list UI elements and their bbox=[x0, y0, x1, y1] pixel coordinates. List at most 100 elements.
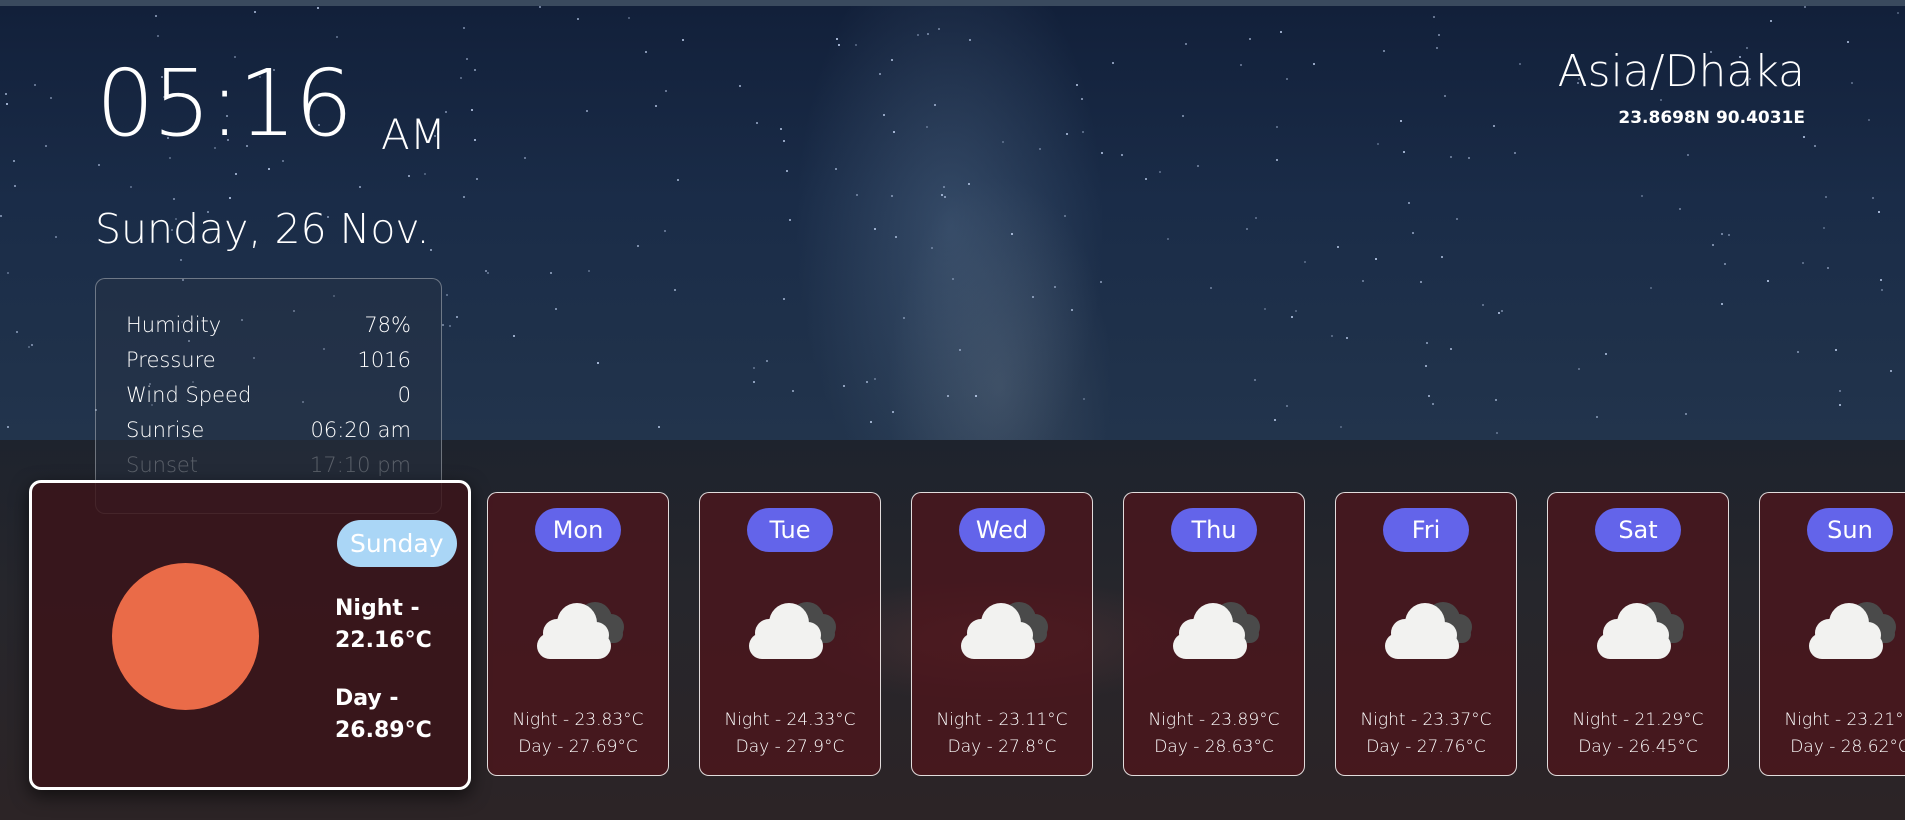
star bbox=[1280, 31, 1282, 33]
star bbox=[1514, 152, 1516, 154]
star bbox=[1839, 390, 1841, 392]
star bbox=[1814, 145, 1816, 147]
detail-humidity: Humidity 78% bbox=[126, 313, 411, 348]
star bbox=[1436, 47, 1438, 49]
forecast-night-temp: Night - 23.89°C bbox=[1148, 710, 1280, 730]
forecast-card-sun: Sun Night - 23.21°C Day - 28.62°C bbox=[1759, 492, 1905, 776]
cloud-icon bbox=[1597, 602, 1684, 659]
star bbox=[1456, 218, 1458, 220]
clock-ampm: AM bbox=[381, 110, 446, 159]
star bbox=[783, 140, 785, 142]
forecast-night-temp: Night - 23.21°C bbox=[1784, 710, 1905, 730]
star bbox=[674, 289, 676, 291]
forecast-day-temp: Day - 26.45°C bbox=[1578, 737, 1698, 757]
star bbox=[14, 185, 16, 187]
star bbox=[1679, 208, 1681, 210]
star bbox=[1827, 267, 1829, 269]
sun-icon bbox=[112, 563, 259, 710]
star bbox=[1721, 233, 1723, 235]
forecast-day-temp: Day - 27.9°C bbox=[735, 737, 845, 757]
star bbox=[1897, 12, 1899, 14]
detail-wind-speed: Wind Speed 0 bbox=[126, 383, 411, 418]
star bbox=[1438, 34, 1440, 36]
star bbox=[155, 15, 157, 17]
star bbox=[879, 73, 881, 75]
star bbox=[943, 186, 945, 188]
forecast-night-temp: Night - 24.33°C bbox=[724, 710, 856, 730]
star bbox=[229, 197, 231, 199]
star bbox=[1605, 353, 1607, 355]
star bbox=[1276, 126, 1278, 128]
detail-value: 0 bbox=[397, 383, 411, 407]
star bbox=[628, 17, 630, 19]
star bbox=[7, 272, 9, 274]
star bbox=[739, 85, 741, 87]
star bbox=[1400, 120, 1402, 122]
star bbox=[1167, 238, 1169, 240]
star bbox=[855, 44, 857, 46]
star bbox=[524, 157, 526, 159]
star bbox=[1002, 141, 1004, 143]
star bbox=[645, 51, 647, 53]
detail-value: 06:20 am bbox=[310, 418, 411, 442]
star bbox=[975, 395, 977, 397]
star bbox=[1100, 281, 1102, 283]
forecast-day-badge: Tue bbox=[747, 508, 833, 552]
star bbox=[169, 157, 171, 159]
cloud-icon bbox=[961, 602, 1048, 659]
star bbox=[1482, 304, 1484, 306]
star bbox=[792, 390, 794, 392]
star bbox=[466, 58, 468, 60]
star bbox=[947, 395, 949, 397]
star bbox=[254, 11, 256, 13]
star bbox=[463, 27, 465, 29]
star bbox=[28, 346, 30, 348]
star bbox=[1650, 287, 1652, 289]
star bbox=[408, 175, 410, 177]
weather-details-panel: Humidity 78% Pressure 1016 Wind Speed 0 … bbox=[95, 278, 442, 514]
star bbox=[1011, 233, 1013, 235]
star bbox=[892, 411, 894, 413]
star bbox=[891, 195, 893, 197]
star bbox=[786, 170, 788, 172]
star bbox=[1847, 41, 1849, 43]
star bbox=[1276, 159, 1278, 161]
star bbox=[1432, 403, 1434, 405]
star bbox=[235, 173, 237, 175]
star bbox=[1304, 261, 1306, 263]
star bbox=[1076, 84, 1078, 86]
star bbox=[665, 90, 667, 92]
star bbox=[157, 35, 159, 37]
detail-label: Sunrise bbox=[126, 418, 205, 442]
forecast-night-temp: Night - 23.37°C bbox=[1360, 710, 1492, 730]
star bbox=[1039, 148, 1041, 150]
star bbox=[1101, 152, 1103, 154]
star bbox=[870, 421, 872, 423]
star bbox=[1578, 368, 1580, 370]
star bbox=[476, 178, 478, 180]
detail-label: Humidity bbox=[126, 313, 222, 337]
star bbox=[931, 247, 933, 249]
star bbox=[1498, 312, 1500, 314]
star bbox=[1851, 82, 1853, 84]
star bbox=[866, 381, 868, 383]
star bbox=[1444, 95, 1446, 97]
star bbox=[5, 93, 7, 95]
current-date: Sunday, 26 Nov. bbox=[95, 205, 430, 253]
forecast-card-sat: Sat Night - 21.29°C Day - 26.45°C bbox=[1547, 492, 1729, 776]
star bbox=[31, 344, 33, 346]
star bbox=[460, 77, 462, 79]
star bbox=[664, 230, 666, 232]
forecast-card-wed: Wed Night - 23.11°C Day - 27.8°C bbox=[911, 492, 1093, 776]
star bbox=[430, 249, 432, 251]
star bbox=[895, 236, 897, 238]
forecast-card-tue: Tue Night - 24.33°C Day - 27.9°C bbox=[699, 492, 881, 776]
forecast-night-temp: Night - 21.29°C bbox=[1572, 710, 1704, 730]
star bbox=[637, 245, 639, 247]
star bbox=[588, 270, 590, 272]
star bbox=[1331, 335, 1333, 337]
star bbox=[16, 331, 18, 333]
star bbox=[130, 186, 132, 188]
star bbox=[1083, 398, 1085, 400]
star bbox=[843, 385, 845, 387]
